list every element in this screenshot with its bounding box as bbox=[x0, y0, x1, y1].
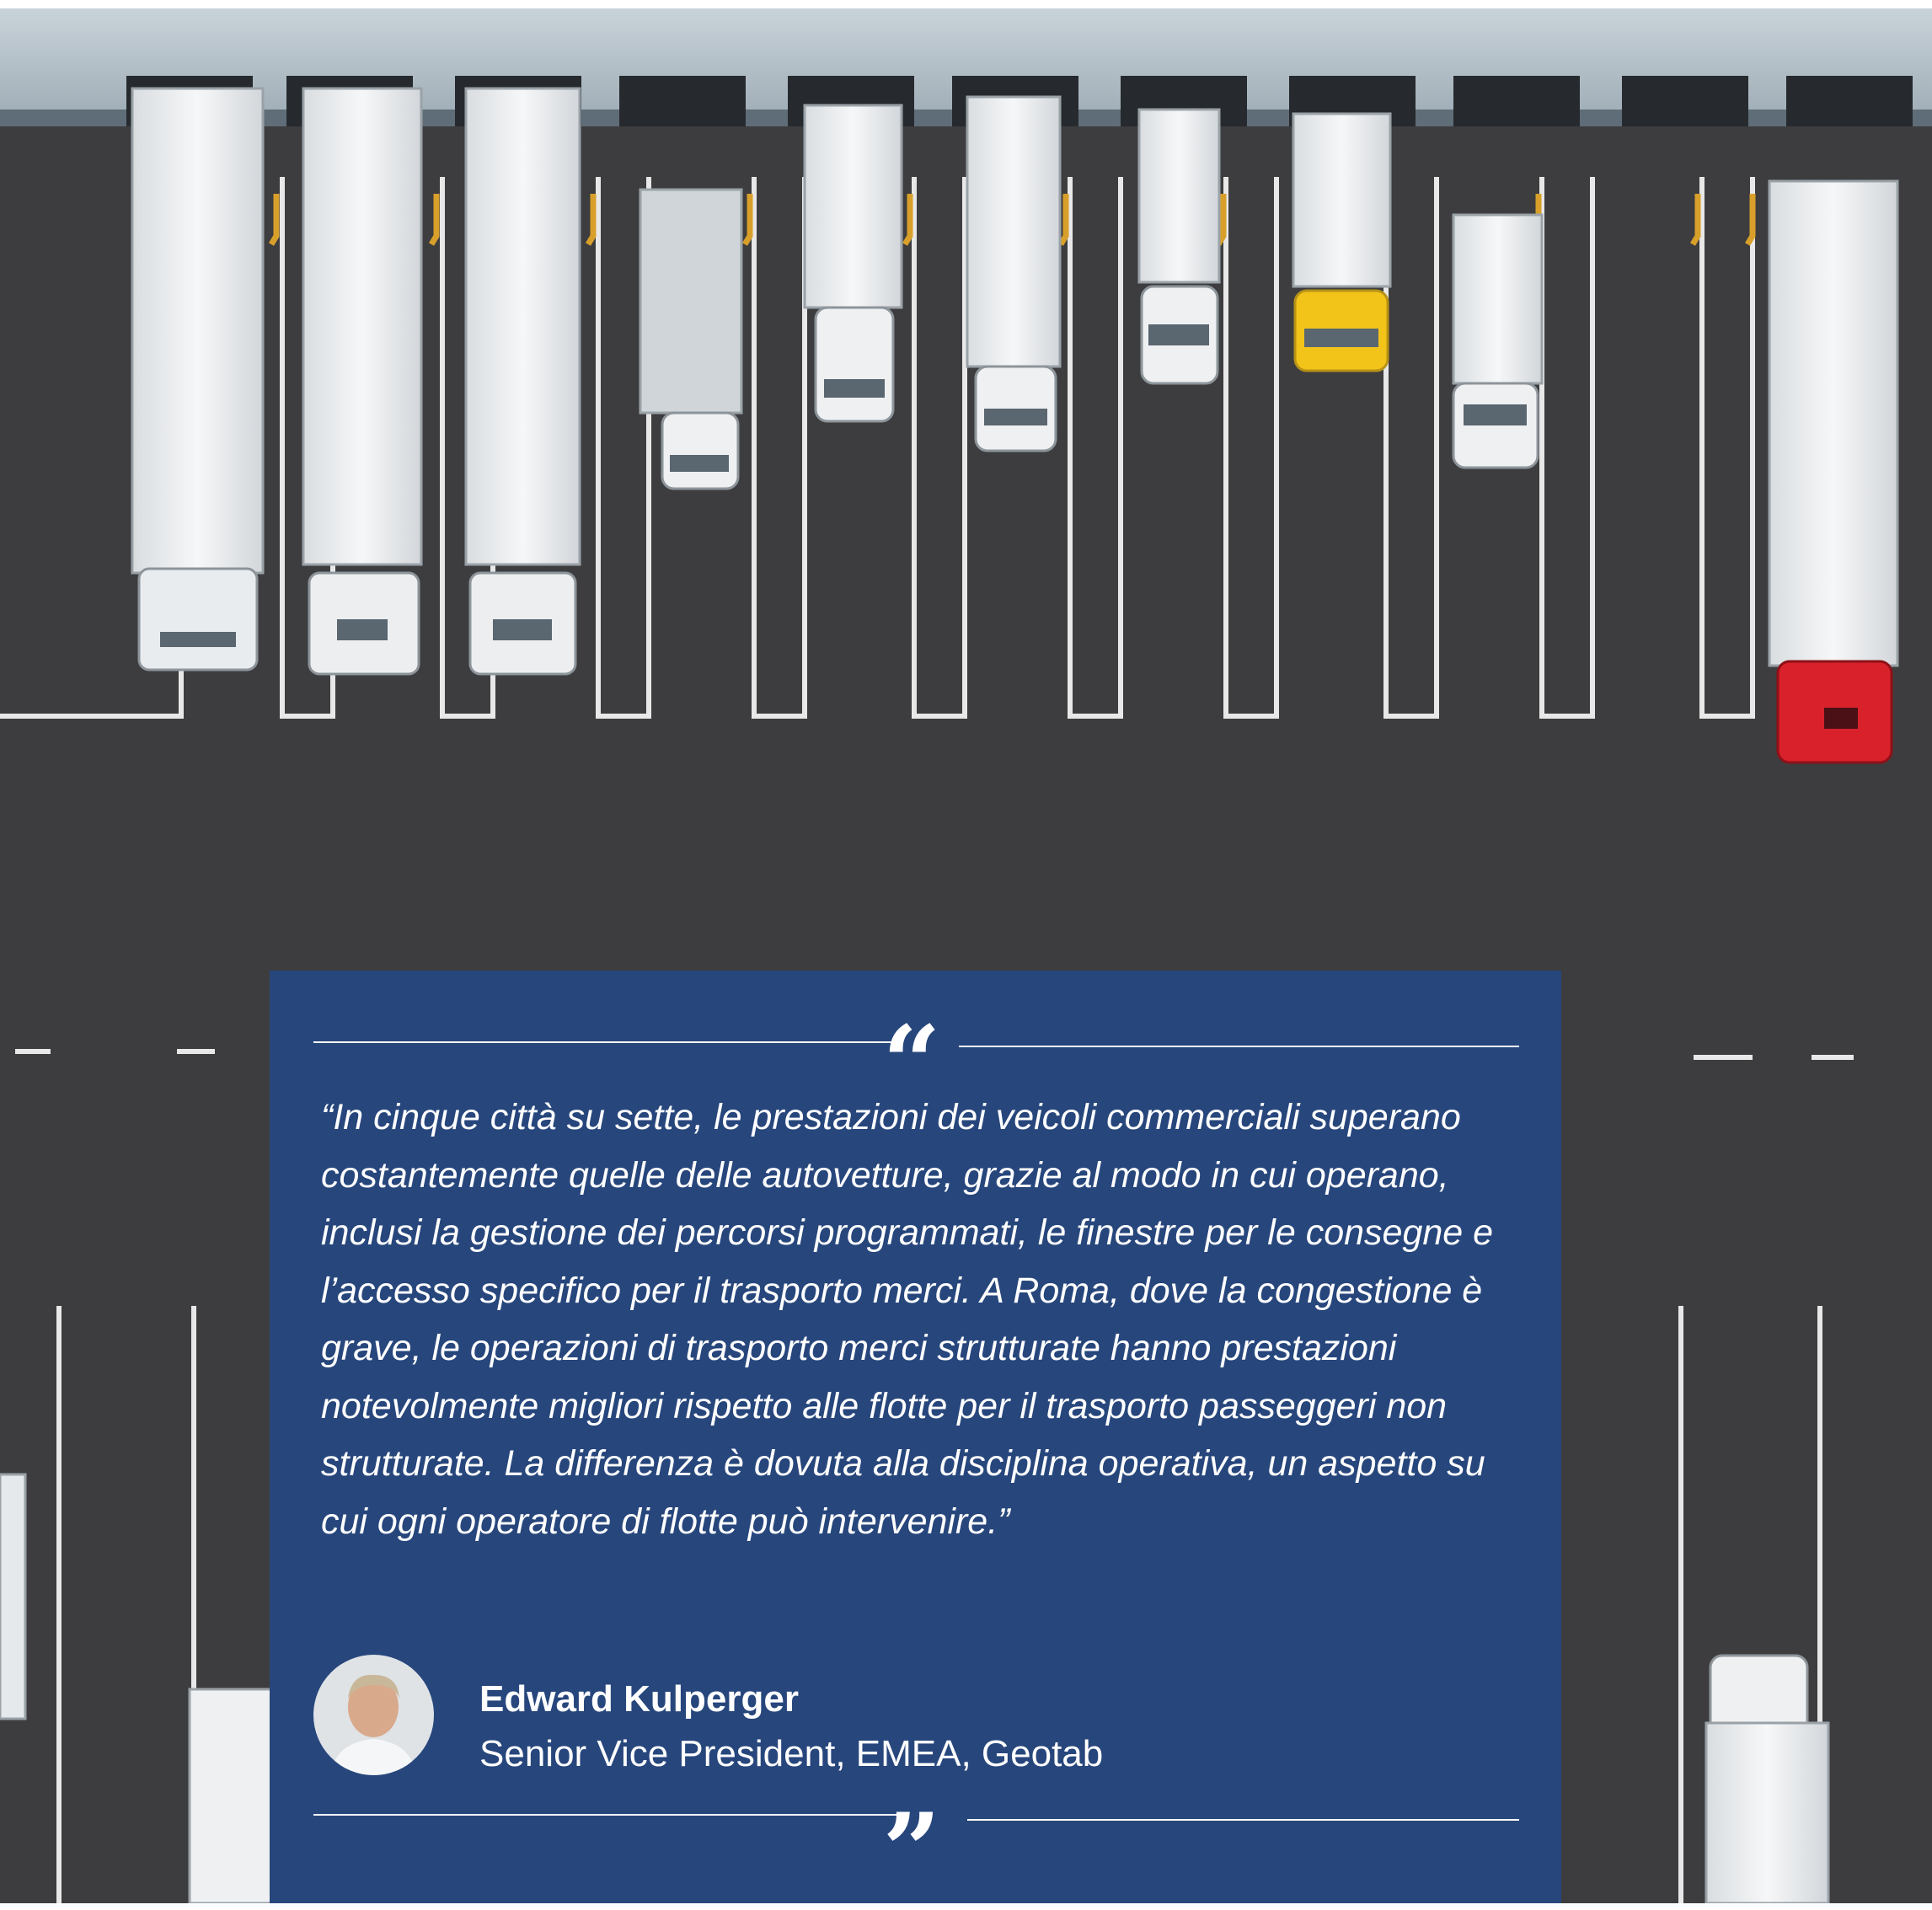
truck-box-3 bbox=[966, 95, 1062, 452]
truck-box-4 bbox=[1137, 108, 1221, 385]
truck-box-2 bbox=[803, 104, 903, 423]
top-rule-left bbox=[313, 1041, 895, 1043]
truck-semi-3 bbox=[464, 87, 581, 676]
truck-red bbox=[1768, 179, 1899, 764]
truck-box-5 bbox=[1452, 213, 1544, 469]
bottom-rule-left bbox=[313, 1814, 903, 1816]
truck-yellow bbox=[1292, 112, 1392, 372]
truck-semi-2 bbox=[302, 87, 423, 676]
author-name: Edward Kulperger bbox=[479, 1678, 799, 1720]
author-title: Senior Vice President, EMEA, Geotab bbox=[479, 1733, 1104, 1774]
close-quote-icon: ” bbox=[882, 1791, 941, 1910]
truck-semi-1 bbox=[131, 87, 265, 671]
bottom-rule-right bbox=[967, 1819, 1519, 1821]
quote-text: “In cinque città su sette, le prestazion… bbox=[321, 1097, 1494, 1542]
quote-card: “ “In cinque città su sette, le prestazi… bbox=[270, 971, 1561, 1903]
top-rule-right bbox=[959, 1046, 1519, 1047]
avatar bbox=[313, 1655, 434, 1775]
